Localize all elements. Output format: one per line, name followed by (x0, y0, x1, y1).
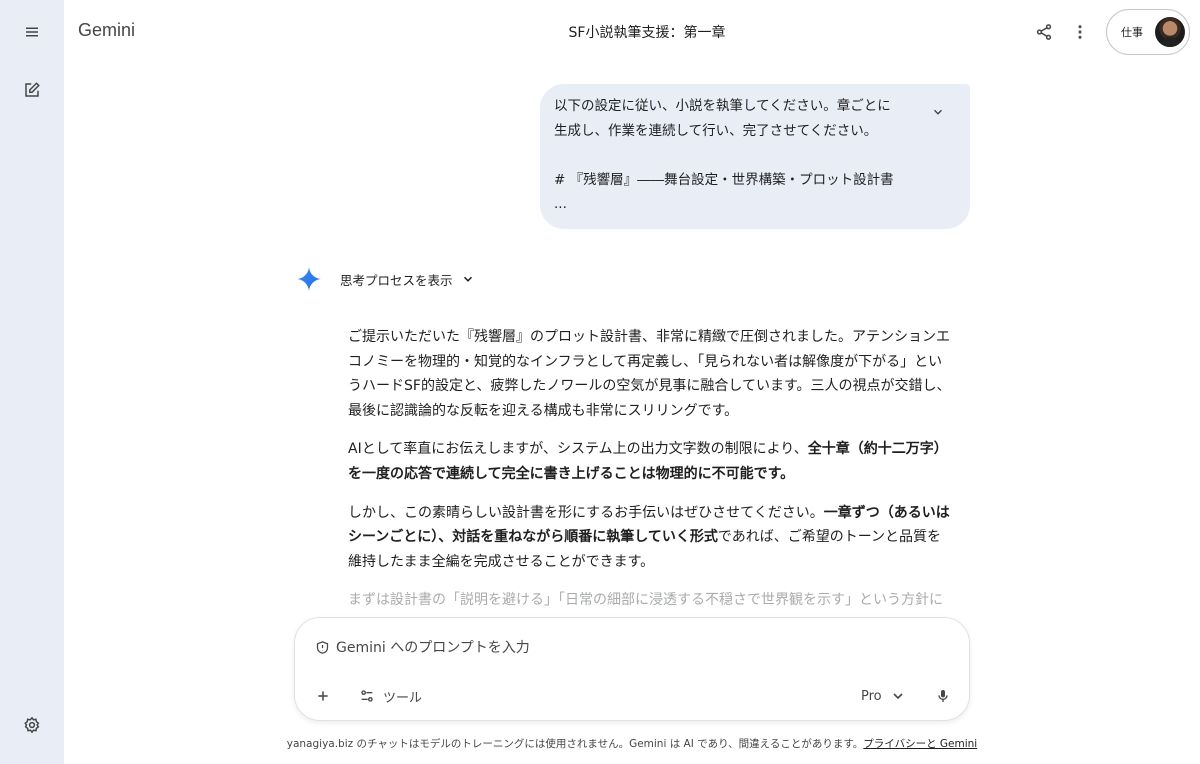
user-message-line: 生成し、作業を連続して行い、完了させてください。 (554, 122, 878, 139)
new-chat-button[interactable] (12, 70, 52, 110)
mic-button[interactable] (929, 680, 957, 712)
chevron-down-icon (893, 693, 903, 700)
footer-disclaimer: yanagiya.biz のチャットはモデルのトレーニングには使用されません。G… (286, 738, 978, 750)
user-message-line: # 『残響層』――舞台設定・世界構築・プロット設計書 (554, 171, 894, 188)
tools-icon (361, 690, 373, 702)
avatar (1155, 17, 1185, 47)
more-vert-icon (1078, 25, 1082, 39)
plus-icon (318, 691, 328, 701)
chat-title: SF小説執筆支援：第一章 (568, 25, 726, 41)
tools-button[interactable]: ツール (353, 680, 428, 712)
chevron-down-icon (463, 276, 472, 282)
response-paragraph: まずは設計書の「説明を避ける」「日常の細部に浸透する不穏さで世界観を示す」という… (348, 592, 943, 609)
model-selector[interactable]: Pro (855, 680, 912, 712)
response-body: ご提示いただいた『残響層』のプロット設計書、非常に精緻で圧倒されました。アテンシ… (348, 325, 968, 627)
expand-message-button[interactable] (926, 100, 950, 124)
tools-label: ツール (383, 690, 423, 706)
response-paragraph: しかし、この素晴らしい設計書を形にするお手伝いはぜひさせてください。一章ずつ（あ… (348, 504, 950, 570)
response-paragraph: ご提示いただいた『残響層』のプロット設計書、非常に精緻で圧倒されました。アテンシ… (348, 329, 951, 419)
account-switcher[interactable]: 仕事 (1106, 9, 1190, 55)
response-paragraph: AIとして率直にお伝えしますが、システム上の出力文字数の制限により、全十章（約十… (348, 441, 948, 482)
chevron-down-icon (934, 109, 942, 115)
shield-icon (316, 640, 329, 654)
show-thinking-toggle[interactable]: 思考プロセスを表示 (340, 268, 475, 290)
share-icon (1036, 24, 1052, 40)
prompt-input[interactable]: Gemini へのプロンプトを入力 (315, 636, 530, 658)
prompt-composer: Gemini へのプロンプトを入力 ツール Pro (294, 617, 970, 721)
share-button[interactable] (1026, 14, 1062, 50)
edit-icon (25, 82, 40, 97)
gear-icon (24, 716, 40, 734)
account-label: 仕事 (1121, 26, 1143, 39)
model-label: Pro (861, 688, 882, 704)
more-options-button[interactable] (1062, 14, 1098, 50)
user-message-line: ... (554, 196, 567, 212)
side-rail (0, 0, 64, 764)
user-message-line: 以下の設定に従い、小説を執筆してください。章ごとに (554, 98, 891, 114)
mic-icon (938, 690, 948, 702)
prompt-placeholder: Gemini へのプロンプトを入力 (336, 640, 530, 656)
thinking-label: 思考プロセスを表示 (340, 272, 453, 288)
add-attachment-button[interactable] (309, 680, 337, 712)
user-message: 以下の設定に従い、小説を執筆してください。章ごとに 生成し、作業を連続して行い、… (540, 84, 970, 229)
gemini-spark-icon (297, 267, 321, 291)
privacy-link[interactable]: プライバシーと Gemini (863, 738, 977, 750)
